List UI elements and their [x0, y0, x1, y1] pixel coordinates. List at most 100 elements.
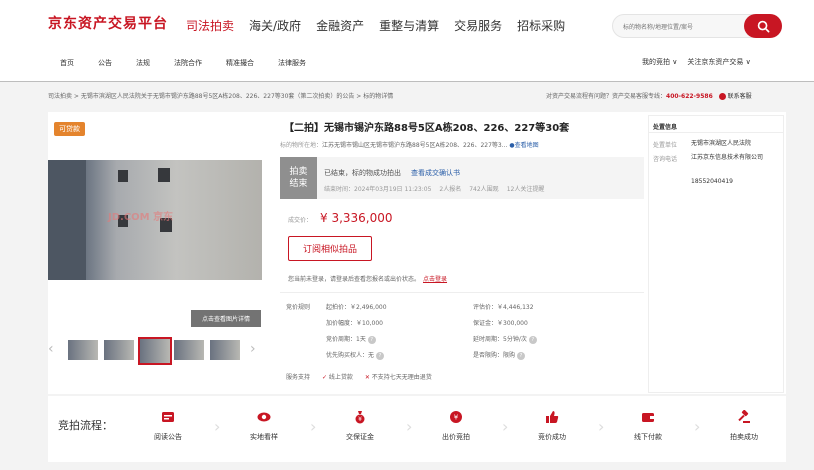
divider	[649, 132, 783, 133]
money-bag-icon: ¥	[355, 411, 365, 424]
customer-service-icon	[718, 93, 726, 100]
eval-price: 评估价：￥4,446,132	[473, 304, 534, 311]
start-price: 起拍价：￥2,496,000	[326, 304, 387, 311]
subnav-court-cooperation[interactable]: 法院合作	[174, 58, 202, 68]
svg-text:¥: ¥	[454, 414, 459, 422]
property-photo: JD.COM 京东	[48, 160, 262, 280]
chevron-right-icon: ›	[694, 417, 701, 436]
coin-icon: ¥	[450, 411, 462, 423]
purchase-limit: 是否限购：限购	[473, 352, 516, 359]
help-icon[interactable]: ?	[375, 351, 384, 360]
subnav-legal-service[interactable]: 法律服务	[278, 58, 306, 68]
sub-nav: 首页 公告 法规 法院合作 精准撮合 法律服务	[60, 58, 306, 68]
thumbs-up-icon	[546, 411, 559, 423]
thumbnail[interactable]	[104, 340, 134, 360]
increment: 加价幅度：￥10,000	[326, 320, 383, 327]
my-bids-dropdown[interactable]: 我的竞拍 ∨	[642, 58, 677, 66]
check-icon: ✓	[321, 374, 327, 381]
wallet-icon	[642, 413, 654, 422]
flow-label: 竞拍流程：	[58, 419, 113, 432]
search-icon	[757, 20, 769, 32]
dispose-company: 江苏京东信息技术有限公司	[691, 154, 764, 161]
nav-trade-service[interactable]: 交易服务	[454, 17, 502, 34]
thumbnail-selected[interactable]	[138, 337, 172, 365]
user-menu: 我的竞拍 ∨ 关注京东资产交易 ∨	[642, 57, 751, 67]
dispose-unit: 无锡市滨湖区人民法院	[691, 140, 752, 147]
subnav-notice[interactable]: 公告	[98, 58, 112, 68]
next-arrow-icon[interactable]: ›	[250, 341, 256, 357]
auction-status: 拍卖 结束 已结束，标的物成功拍出 查看成交确认书 结束时间：2024年03月19…	[280, 157, 644, 199]
step-auction-success: 拍卖成功	[714, 410, 774, 442]
notice-icon	[162, 412, 174, 422]
loan-badge: 可贷款	[54, 122, 85, 136]
subnav-matching[interactable]: 精准撮合	[226, 58, 254, 68]
priority-buyer: 优先购买权人：无	[326, 352, 375, 359]
extension-cycle: 延时周期：5分钟/次	[473, 336, 527, 343]
thumbnail[interactable]	[174, 340, 204, 360]
top-nav: 司法拍卖 海关/政府 金融资产 重整与清算 交易服务 招标采购	[186, 17, 565, 34]
step-offline-payment: 线下付款	[618, 410, 678, 442]
search-button[interactable]	[744, 14, 782, 38]
login-link[interactable]: 点击登录	[423, 276, 447, 283]
step-read-notice: 阅读公告	[138, 410, 198, 442]
chevron-right-icon: ›	[310, 417, 317, 436]
status-tag: 拍卖 结束	[280, 157, 317, 199]
nav-bidding-procurement[interactable]: 招标采购	[517, 17, 565, 34]
bidder-count: 2人报名	[439, 186, 462, 193]
help-icon[interactable]: ?	[528, 335, 537, 344]
header-divider	[0, 81, 814, 82]
prev-arrow-icon[interactable]: ‹	[48, 341, 54, 357]
gavel-icon	[738, 410, 750, 423]
jd-watermark: JD.COM 京东	[108, 212, 174, 223]
price-label: 成交价：	[288, 217, 313, 224]
subnav-home[interactable]: 首页	[60, 58, 74, 68]
window	[158, 168, 170, 182]
nav-judicial-auction[interactable]: 司法拍卖	[186, 17, 234, 34]
service-label: 服务支持	[286, 374, 311, 381]
follow-dropdown[interactable]: 关注京东资产交易 ∨	[687, 58, 750, 66]
no-return: 不支持七天无理由退货	[371, 374, 432, 381]
help-phone: 400-622-9586	[666, 93, 713, 100]
site-logo[interactable]: 京东资产交易平台	[48, 13, 168, 33]
nav-customs-government[interactable]: 海关/政府	[249, 17, 301, 34]
svg-text:¥: ¥	[358, 416, 362, 423]
step-bid-success: 竞价成功	[522, 410, 582, 442]
main-image[interactable]: JD.COM 京东 可贷款 点击查看图片详情	[48, 115, 262, 327]
item-title: 【二拍】无锡市锡沪东路88号5区A栋208、226、227等30套	[284, 123, 570, 134]
subscribe-similar-button[interactable]: 订阅相似拍品	[288, 236, 372, 261]
bid-cycle: 竞价周期：1天	[326, 336, 366, 343]
step-pay-deposit: ¥ 交保证金	[330, 410, 390, 442]
search-box	[612, 14, 782, 38]
auction-params: 竞价规则 起拍价：￥2,496,000 评估价：￥4,446,132 加价幅度：…	[286, 299, 646, 369]
deal-price: ¥ 3,336,000	[320, 211, 393, 225]
price-box: 成交价： ¥ 3,336,000 订阅相似拍品 您当前未登录，请登录后查看您报名…	[280, 199, 644, 293]
chevron-right-icon: ›	[598, 417, 605, 436]
adjacent-building	[48, 160, 86, 280]
watcher-count: 12人关注提醒	[506, 186, 545, 193]
thumbnail[interactable]	[210, 340, 240, 360]
dispose-phone: 18552040419	[691, 178, 733, 185]
view-map-link[interactable]: 查看地图	[515, 142, 539, 149]
subnav-regulations[interactable]: 法规	[136, 58, 150, 68]
step-view-sample: 实地看样	[234, 410, 294, 442]
dispose-title: 处置信息	[653, 124, 678, 131]
contact-service-link[interactable]: 联系客服	[718, 93, 752, 100]
thumbnail[interactable]	[68, 340, 98, 360]
eye-icon	[257, 412, 271, 422]
help-icon[interactable]: ?	[367, 335, 376, 344]
view-image-detail-button[interactable]: 点击查看图片详情	[191, 310, 261, 327]
login-note: 您当前未登录，请登录后查看您报名或出价状态。 点击登录	[288, 276, 448, 283]
deposit: 保证金：￥300,000	[473, 320, 528, 327]
end-time: 结束时间：2024年03月19日 11:23:05	[324, 186, 432, 193]
search-input[interactable]	[623, 20, 743, 34]
breadcrumb[interactable]: 司法拍卖 > 无锡市滨湖区人民法院关于无锡市锡沪东路88号5区A栋208、226…	[48, 91, 393, 100]
step-place-bid: ¥ 出价竞拍	[426, 410, 486, 442]
help-icon[interactable]: ?	[516, 351, 525, 360]
nav-financial-assets[interactable]: 金融资产	[316, 17, 364, 34]
service-support: 服务支持 ✓ 线上贷款 ✕ 不支持七天无理由退货	[286, 372, 432, 381]
dispose-info: 处置信息 处置单位 无锡市滨湖区人民法院 咨询电话 江苏京东信息技术有限公司 185…	[648, 115, 784, 393]
site-header: 京东资产交易平台 司法拍卖 海关/政府 金融资产 重整与清算 交易服务 招标采购…	[0, 0, 814, 82]
view-count: 742人围观	[469, 186, 499, 193]
view-confirmation-link[interactable]: 查看成交确认书	[411, 169, 460, 177]
nav-restructuring[interactable]: 重整与清算	[379, 17, 439, 34]
